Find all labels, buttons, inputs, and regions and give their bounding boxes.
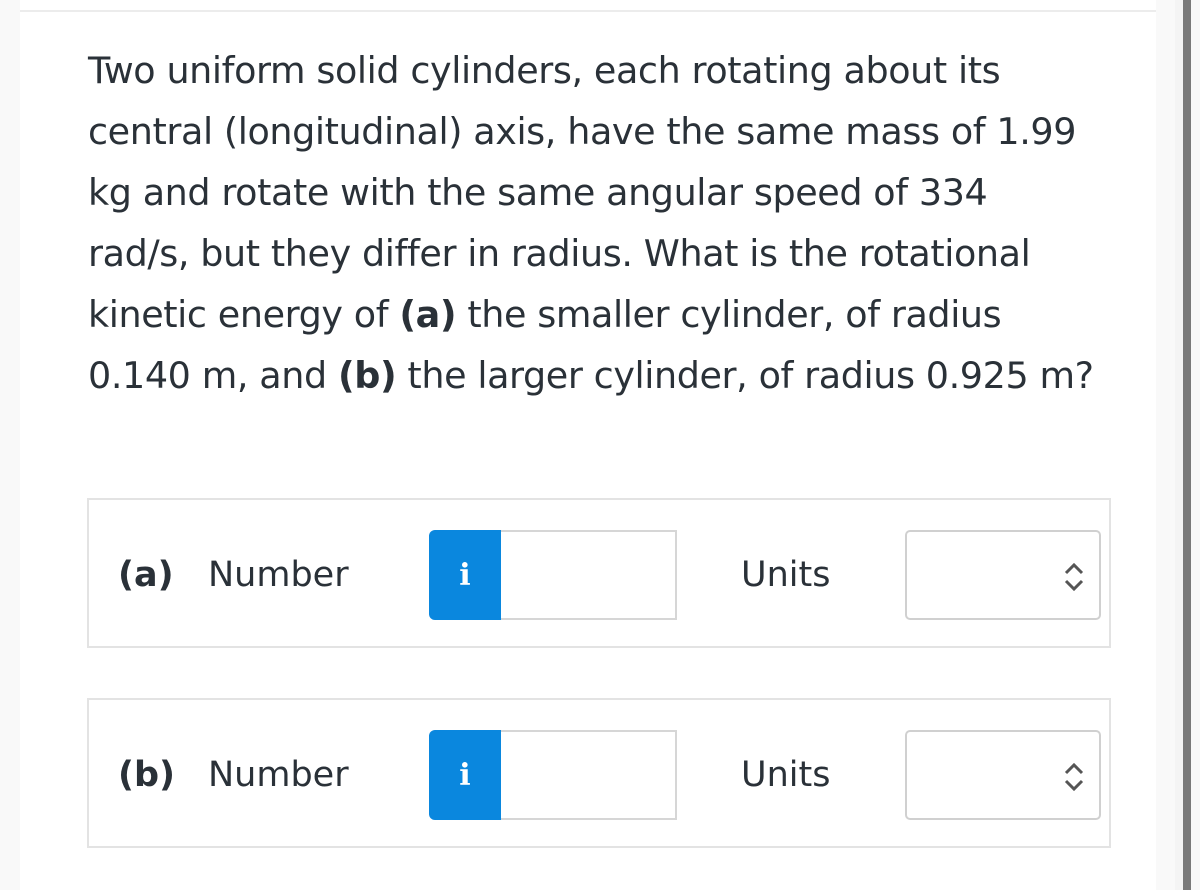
units-label: Units	[741, 755, 831, 795]
question-segment-4: the larger cylinder, of radius 0.925 m?	[396, 354, 1094, 397]
chevron-up-down-icon	[1064, 762, 1084, 792]
question-part-b-marker: (b)	[337, 354, 397, 397]
info-icon: i	[459, 557, 471, 593]
part-label: (b)	[118, 755, 176, 795]
answer-part-a: (a) Number i Units	[87, 498, 1111, 648]
number-input[interactable]	[501, 530, 677, 620]
units-select[interactable]	[905, 730, 1101, 820]
question-text: Two uniform solid cylinders, each rotati…	[88, 40, 1098, 406]
units-label: Units	[741, 555, 831, 595]
info-button[interactable]: i	[429, 730, 501, 820]
scrollbar-thumb[interactable]	[1183, 0, 1191, 890]
units-select[interactable]	[905, 530, 1101, 620]
number-label: Number	[208, 755, 349, 795]
number-input[interactable]	[501, 730, 677, 820]
top-divider	[20, 10, 1156, 12]
info-icon: i	[459, 757, 471, 793]
chevron-up-down-icon	[1064, 562, 1084, 592]
question-part-a-marker: (a)	[399, 293, 457, 336]
number-label: Number	[208, 555, 349, 595]
info-button[interactable]: i	[429, 530, 501, 620]
part-label: (a)	[118, 555, 174, 595]
answer-part-b: (b) Number i Units	[87, 698, 1111, 848]
